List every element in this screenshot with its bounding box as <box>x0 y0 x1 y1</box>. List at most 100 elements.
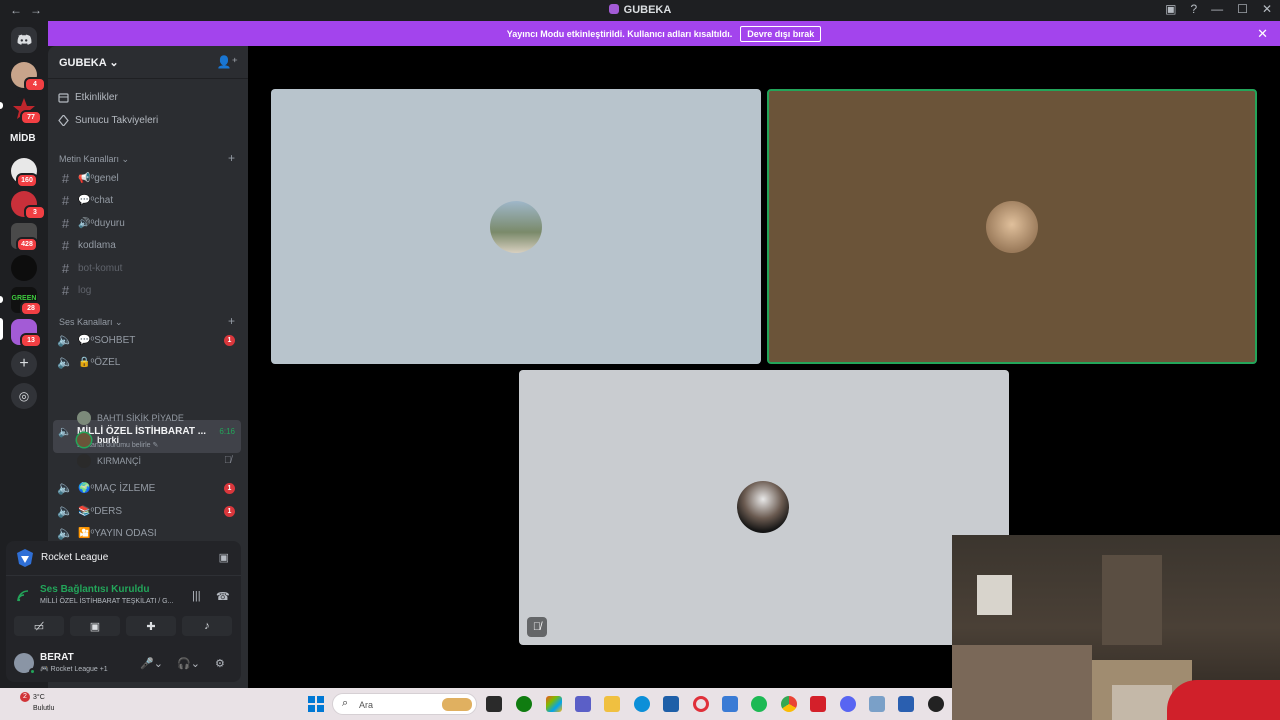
xbox-icon[interactable] <box>516 696 532 712</box>
camera-off-icon: ▭̸ <box>33 620 45 633</box>
invite-icon[interactable]: 👤⁺ <box>217 55 238 69</box>
discord-taskbar-icon[interactable] <box>840 696 856 712</box>
copilot-icon[interactable] <box>546 696 562 712</box>
hash-icon: # <box>61 237 70 253</box>
obs-icon[interactable] <box>928 696 944 712</box>
server-icon <box>608 4 619 14</box>
settings-gear-icon[interactable]: ⚙ <box>215 657 225 670</box>
unread-badge: 1 <box>224 334 235 346</box>
app-icon[interactable] <box>869 696 885 712</box>
disable-streamer-mode-button[interactable]: Devre dışı bırak <box>740 25 822 42</box>
server-badge: 28 <box>20 301 42 316</box>
rocket-league-taskbar-icon[interactable] <box>898 696 914 712</box>
participant-tile-2-speaking[interactable] <box>767 89 1257 364</box>
speaker-icon: 🔈 <box>58 426 72 438</box>
user-name[interactable]: BERAT <box>40 652 74 663</box>
avatar <box>77 433 91 447</box>
add-text-channel-icon[interactable]: + <box>228 151 235 165</box>
rocket-league-icon <box>15 548 35 568</box>
participant-tile-3[interactable]: 🎙̸ <box>519 370 1009 645</box>
streamer-mode-banner: Yayıncı Modu etkinleştirildi. Kullanıcı … <box>48 21 1280 46</box>
events-label: Etkinlikler <box>75 92 118 103</box>
search-icon: ⌕ <box>342 697 349 709</box>
minimize-icon[interactable]: — <box>1211 2 1223 16</box>
channel-kodlama[interactable]: # kodlama <box>53 235 241 255</box>
speaker-icon: 🔈 <box>57 354 74 369</box>
voice-user-3[interactable]: KIRMANÇİ <box>77 453 141 469</box>
voice-connected-channel[interactable]: MİLLİ ÖZEL İSTİHBARAT TEŞKİLATI / G... <box>40 598 173 605</box>
add-voice-channel-icon[interactable]: + <box>228 314 235 328</box>
outlook-icon[interactable] <box>722 696 738 712</box>
store-icon[interactable] <box>663 696 679 712</box>
weather-temp: 3°C <box>33 694 45 701</box>
muted-icon: 🎙̸ <box>527 617 547 637</box>
unread-badge: 1 <box>224 505 235 517</box>
disconnect-icon[interactable]: ☎ <box>216 590 230 603</box>
channel-log[interactable]: # log <box>53 280 241 300</box>
search-highlight-image <box>442 698 472 711</box>
microphone-icon[interactable]: 🎤⌄ <box>140 657 163 670</box>
server-midb[interactable]: MİDB <box>10 133 36 144</box>
add-server-icon[interactable]: + <box>11 351 37 377</box>
boosts-link[interactable]: Sunucu Takviyeleri <box>58 114 158 127</box>
close-window-icon[interactable]: ✕ <box>1262 2 1272 16</box>
server-avatar-6[interactable] <box>11 255 37 281</box>
chrome-icon[interactable] <box>781 696 797 712</box>
soundboard-button[interactable]: ♪ <box>182 616 232 636</box>
start-icon[interactable] <box>308 696 324 712</box>
stream-activity-icon[interactable]: ▣ <box>219 551 229 564</box>
task-view-icon[interactable] <box>486 696 502 712</box>
noise-suppression-icon[interactable]: ||| <box>192 590 201 602</box>
activities-button[interactable]: ✚ <box>126 616 176 636</box>
server-badge: 13 <box>20 333 42 348</box>
participant-avatar <box>490 201 542 253</box>
text-category-header[interactable]: Metin Kanalları ⌄ <box>59 154 129 165</box>
screen-share-button[interactable]: ▣ <box>70 616 120 636</box>
channel-chat[interactable]: # 💬ᵒchat <box>53 190 241 210</box>
voice-channel-yayin-odasi[interactable]: 🔈 🎦ᵒYAYIN ODASI <box>53 523 241 543</box>
teams-icon[interactable] <box>575 696 591 712</box>
server-badge: 3 <box>24 205 46 220</box>
headphones-icon[interactable]: 🎧⌄ <box>177 657 200 670</box>
discover-icon[interactable]: ◎ <box>11 383 37 409</box>
calendar-icon <box>58 92 69 103</box>
hash-icon: # <box>61 215 70 231</box>
server-badge: 77 <box>20 110 42 125</box>
online-status-dot <box>29 668 36 675</box>
activities-icon: ✚ <box>146 620 156 633</box>
events-link[interactable]: Etkinlikler <box>58 92 118 103</box>
avatar <box>77 454 91 468</box>
voice-user-1[interactable]: BAHTI SİKİK PİYADE <box>77 410 184 426</box>
activity-row[interactable]: Rocket League ▣ <box>6 541 241 576</box>
channel-genel[interactable]: # 📢ᵒgenel <box>53 168 241 188</box>
voice-channel-sohbet[interactable]: 🔈 💬ᵒSOHBET 1 <box>53 330 241 350</box>
app-l-icon[interactable] <box>810 696 826 712</box>
voice-channel-ozel[interactable]: 🔈 🔒ᵒÖZEL <box>53 352 241 372</box>
sofa-shape <box>952 645 1092 720</box>
opera-icon[interactable] <box>693 696 709 712</box>
server-badge: 4 <box>24 77 46 92</box>
search-placeholder: Ara <box>359 700 374 710</box>
help-icon[interactable]: ? <box>1190 2 1197 16</box>
inbox-icon[interactable]: ▣ <box>1165 2 1176 16</box>
voice-channel-ders[interactable]: 🔈 📚ᵒDERS 1 <box>53 501 241 521</box>
voice-user-2[interactable]: burki <box>77 432 119 448</box>
boost-icon <box>58 114 69 127</box>
window-title: GUBEKA <box>0 4 1280 16</box>
camera-button[interactable]: ▭̸ <box>14 616 64 636</box>
close-icon[interactable]: ✕ <box>1257 26 1268 42</box>
speaker-icon: 🔈 <box>57 332 74 347</box>
edge-icon[interactable] <box>634 696 650 712</box>
participant-tile-1[interactable] <box>271 89 761 364</box>
discord-home-icon[interactable] <box>11 27 37 53</box>
file-explorer-icon[interactable] <box>604 696 620 712</box>
server-header[interactable]: GUBEKA ⌄ 👤⁺ <box>48 46 248 79</box>
channel-duyuru[interactable]: # 🔊ᵒduyuru <box>53 213 241 233</box>
voice-connected-status[interactable]: Ses Bağlantısı Kuruldu <box>40 584 149 595</box>
spotify-icon[interactable] <box>751 696 767 712</box>
voice-category-header[interactable]: Ses Kanalları ⌄ <box>59 317 123 328</box>
voice-channel-mac-izleme[interactable]: 🔈 🌍ᵒMAÇ İZLEME 1 <box>53 478 241 498</box>
channel-bot-komut[interactable]: # bot-komut <box>53 258 241 278</box>
taskbar-search[interactable]: ⌕ Ara <box>332 693 477 715</box>
maximize-icon[interactable]: ☐ <box>1237 2 1248 16</box>
